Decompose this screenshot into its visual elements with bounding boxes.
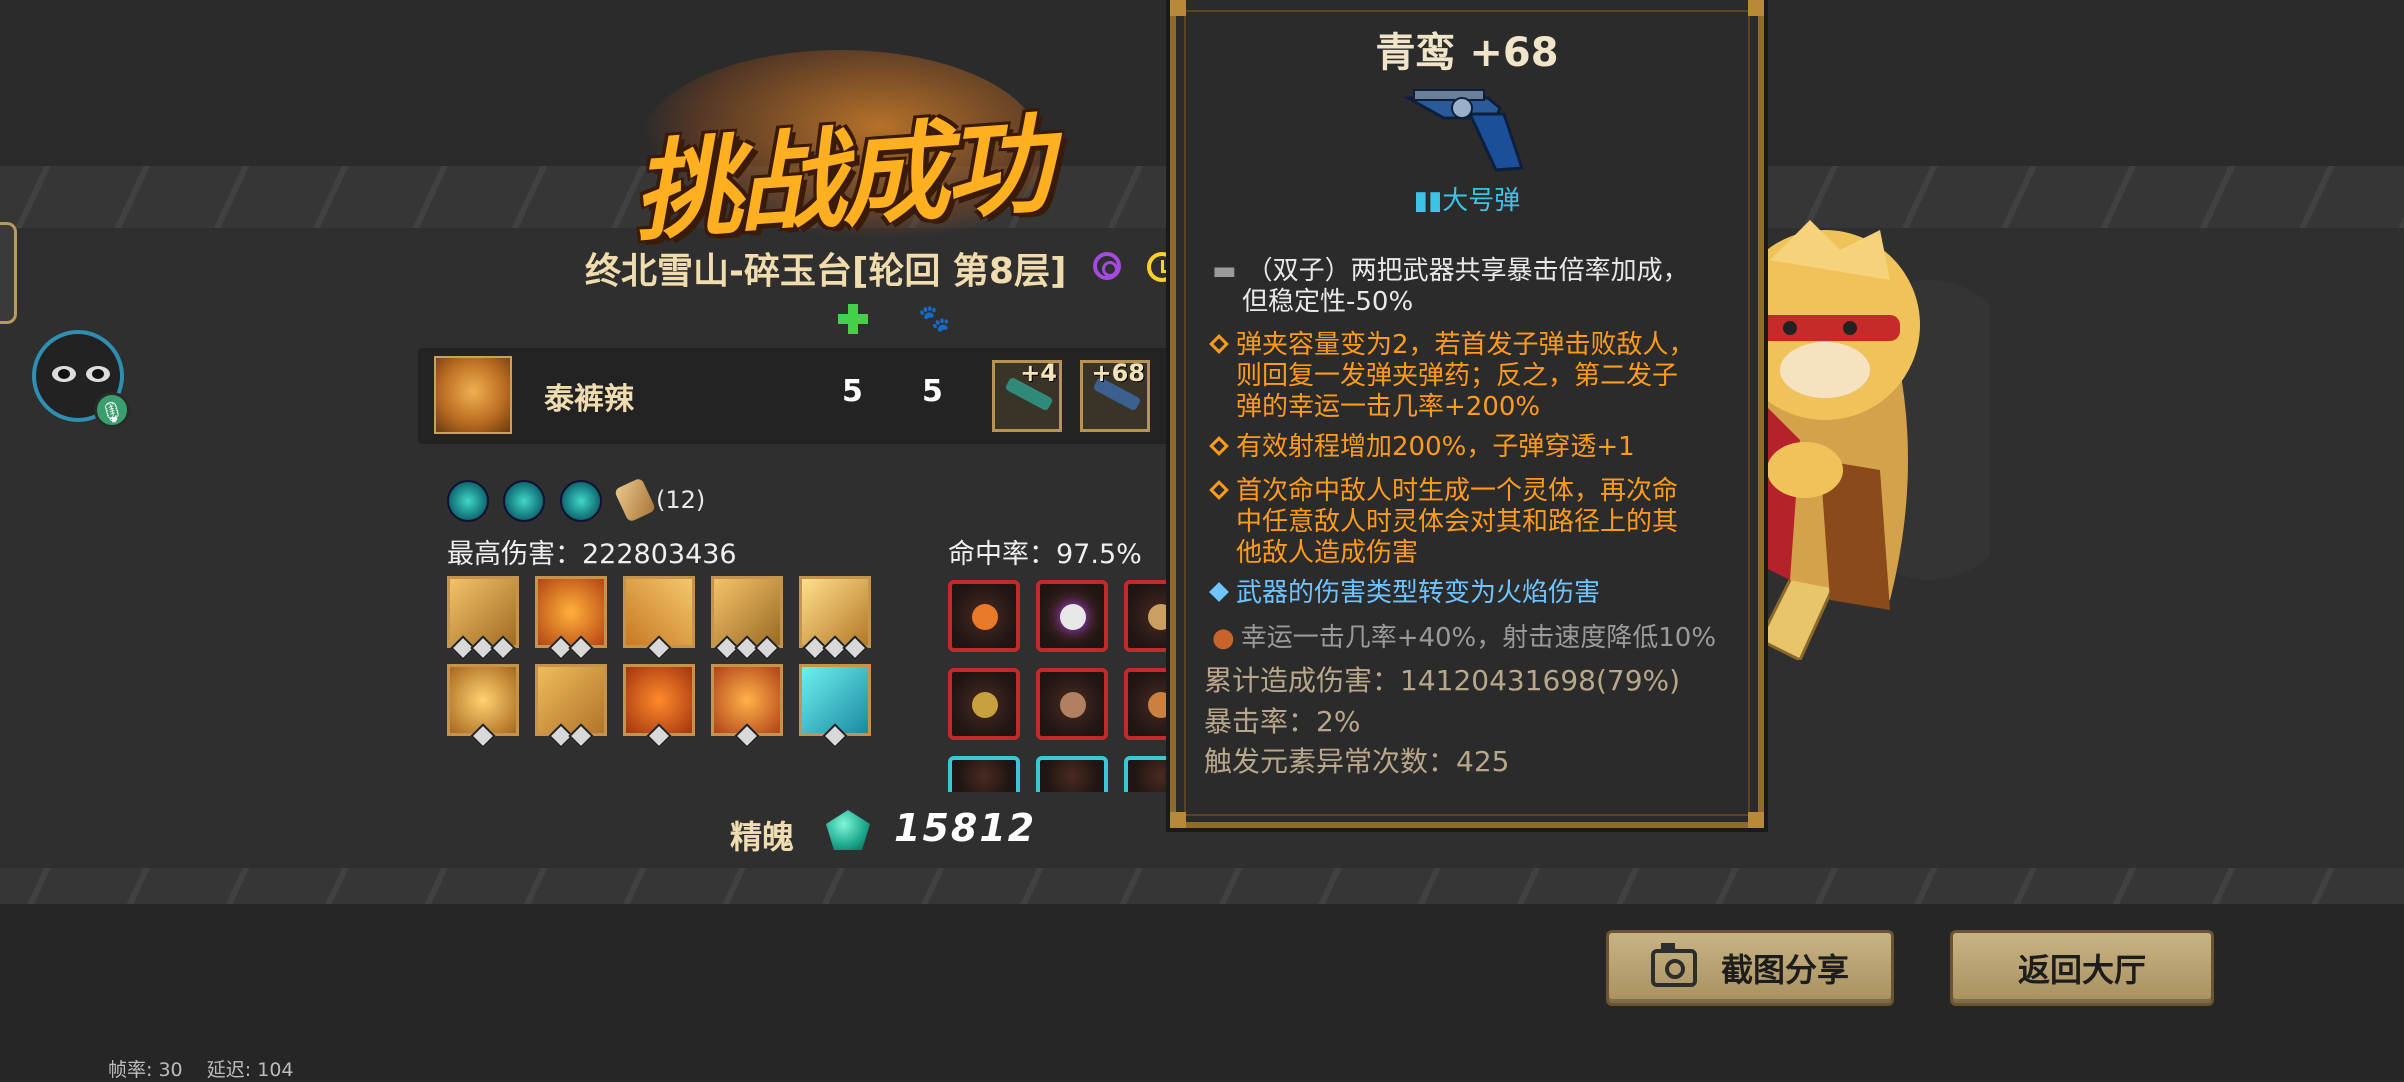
hit-rate: 命中率：97.5% <box>948 539 1142 570</box>
ammo-type: ▮▮大号弹 <box>1184 180 1750 217</box>
stage-name: 终北雪山-碎玉台[轮回 第8层] <box>585 251 1067 292</box>
skill-icon[interactable] <box>535 664 607 749</box>
diamond-icon <box>1209 436 1229 456</box>
rune-icon[interactable] <box>1036 756 1108 792</box>
rune-icon[interactable] <box>948 668 1020 740</box>
luck-icon: ● <box>1212 623 1235 653</box>
trait-line: 他敌人造成伤害 <box>1236 538 1419 568</box>
ammo-label: 大号弹 <box>1442 186 1521 216</box>
trait-line: 弹的幸运一击几率+200% <box>1236 392 1541 422</box>
avatar-eye-icon <box>52 366 76 382</box>
player-stat-b: 5 <box>922 374 943 409</box>
twin-effect-line: （双子）两把武器共享暴击倍率加成， <box>1246 256 1689 286</box>
scroll-count: (12) <box>656 486 706 514</box>
player-portrait <box>434 356 512 434</box>
rune-icon[interactable] <box>1036 668 1108 740</box>
essence-value: 15812 <box>894 806 1037 850</box>
weapon-title: 青鸾 +68 <box>1375 30 1559 76</box>
panel-corner <box>1170 0 1186 16</box>
weapon-slot[interactable]: +4 <box>992 359 1062 432</box>
trait-line: 则回复一发弹夹弹药；反之，第二发子 <box>1236 361 1679 391</box>
share-button-label: 截图分享 <box>1720 951 1849 989</box>
diamond-icon <box>1209 582 1229 602</box>
player-name: 泰裤辣 <box>544 382 634 417</box>
lobby-button-label: 返回大厅 <box>2017 951 2146 989</box>
skill-icon[interactable] <box>623 664 695 749</box>
trait-line: 武器的伤害类型转变为火焰伤害 <box>1236 578 1601 608</box>
latency-readout: 延迟: 104 <box>206 1059 294 1081</box>
trait-line: 首次命中敌人时生成一个灵体，再次命 <box>1236 476 1679 506</box>
weapon-level: +4 <box>1020 359 1057 387</box>
luck-line: 幸运一击几率+40%，射击速度降低10% <box>1240 623 1717 653</box>
total-damage: 累计造成伤害：14120431698(79%) <box>1204 664 1681 697</box>
challenge-success-title: 挑战成功 <box>628 101 1053 257</box>
swirl-icon[interactable] <box>1093 252 1121 280</box>
side-panel-tab[interactable] <box>0 222 17 324</box>
weapon-slot[interactable]: +68 <box>1080 359 1150 432</box>
skill-icon[interactable] <box>623 576 695 661</box>
diamond-icon <box>1209 334 1229 354</box>
player-stat-a: 5 <box>842 374 863 409</box>
mic-icon[interactable]: 🎙 <box>94 392 130 428</box>
luck-effect: ● 幸运一击几率+40%，射击速度降低10% <box>1212 623 1752 654</box>
skill-icon[interactable] <box>447 576 519 661</box>
trait-line: 中任意敌人时灵体会对其和路径上的其 <box>1236 507 1679 537</box>
trait-item: 首次命中敌人时生成一个灵体，再次命 中任意敌人时灵体会对其和路径上的其 他敌人造… <box>1209 476 1742 569</box>
skill-icon[interactable] <box>711 576 783 661</box>
return-lobby-button[interactable]: 返回大厅 <box>1950 930 2214 1006</box>
fps-readout: 帧率: 30 <box>108 1059 183 1081</box>
trait-item: 弹夹容量变为2，若首发子弹击败敌人， 则回复一发弹夹弹药；反之，第二发子 弹的幸… <box>1209 330 1742 423</box>
skill-icon[interactable] <box>799 576 871 661</box>
trait-item: 有效射程增加200%，子弹穿透+1 <box>1209 432 1742 463</box>
share-screenshot-button[interactable]: 截图分享 <box>1606 930 1894 1006</box>
twin-effect: ▬ （双子）两把武器共享暴击倍率加成， 但稳定性-50% <box>1212 256 1732 318</box>
panel-corner <box>1748 812 1764 828</box>
essence-label: 精魄 <box>730 818 795 856</box>
camera-icon <box>1650 943 1697 987</box>
pet-icon: 🐾 <box>918 304 951 334</box>
skill-icon[interactable] <box>535 576 607 661</box>
buff-icon[interactable] <box>503 480 545 522</box>
rune-icon[interactable] <box>948 756 1020 792</box>
panel-corner <box>1170 812 1186 828</box>
diamond-icon <box>1209 480 1229 500</box>
weapon-level: +68 <box>1091 359 1145 387</box>
max-damage: 最高伤害：222803436 <box>447 539 737 570</box>
pattern-band-bottom-texture <box>0 868 2404 904</box>
rune-icon[interactable] <box>948 580 1020 652</box>
buff-icon[interactable] <box>447 480 489 522</box>
revolver-icon <box>1404 89 1525 172</box>
skill-icon[interactable] <box>447 664 519 749</box>
trait-line: 弹夹容量变为2，若首发子弹击败敌人， <box>1236 330 1695 360</box>
buff-icon[interactable] <box>560 480 602 522</box>
crit-rate: 暴击率：2% <box>1204 705 1361 738</box>
gun-mini-icon: ▬ <box>1212 256 1237 286</box>
skill-icon[interactable] <box>711 664 783 749</box>
heal-cross-icon <box>838 304 868 334</box>
avatar-eye-icon <box>86 366 110 382</box>
panel-corner <box>1748 0 1764 16</box>
trait-item: 武器的伤害类型转变为火焰伤害 <box>1209 578 1742 609</box>
element-triggers: 触发元素异常次数：425 <box>1204 745 1510 778</box>
rune-icon[interactable] <box>1036 580 1108 652</box>
skill-icon[interactable] <box>799 664 871 749</box>
hero-character <box>1730 220 1990 660</box>
trait-line: 有效射程增加200%，子弹穿透+1 <box>1236 432 1635 462</box>
ammo-icon: ▮▮ <box>1413 186 1443 216</box>
debug-info: 帧率: 30 延迟: 104 <box>108 1055 294 1082</box>
twin-effect-line: 但稳定性-50% <box>1242 287 1414 317</box>
